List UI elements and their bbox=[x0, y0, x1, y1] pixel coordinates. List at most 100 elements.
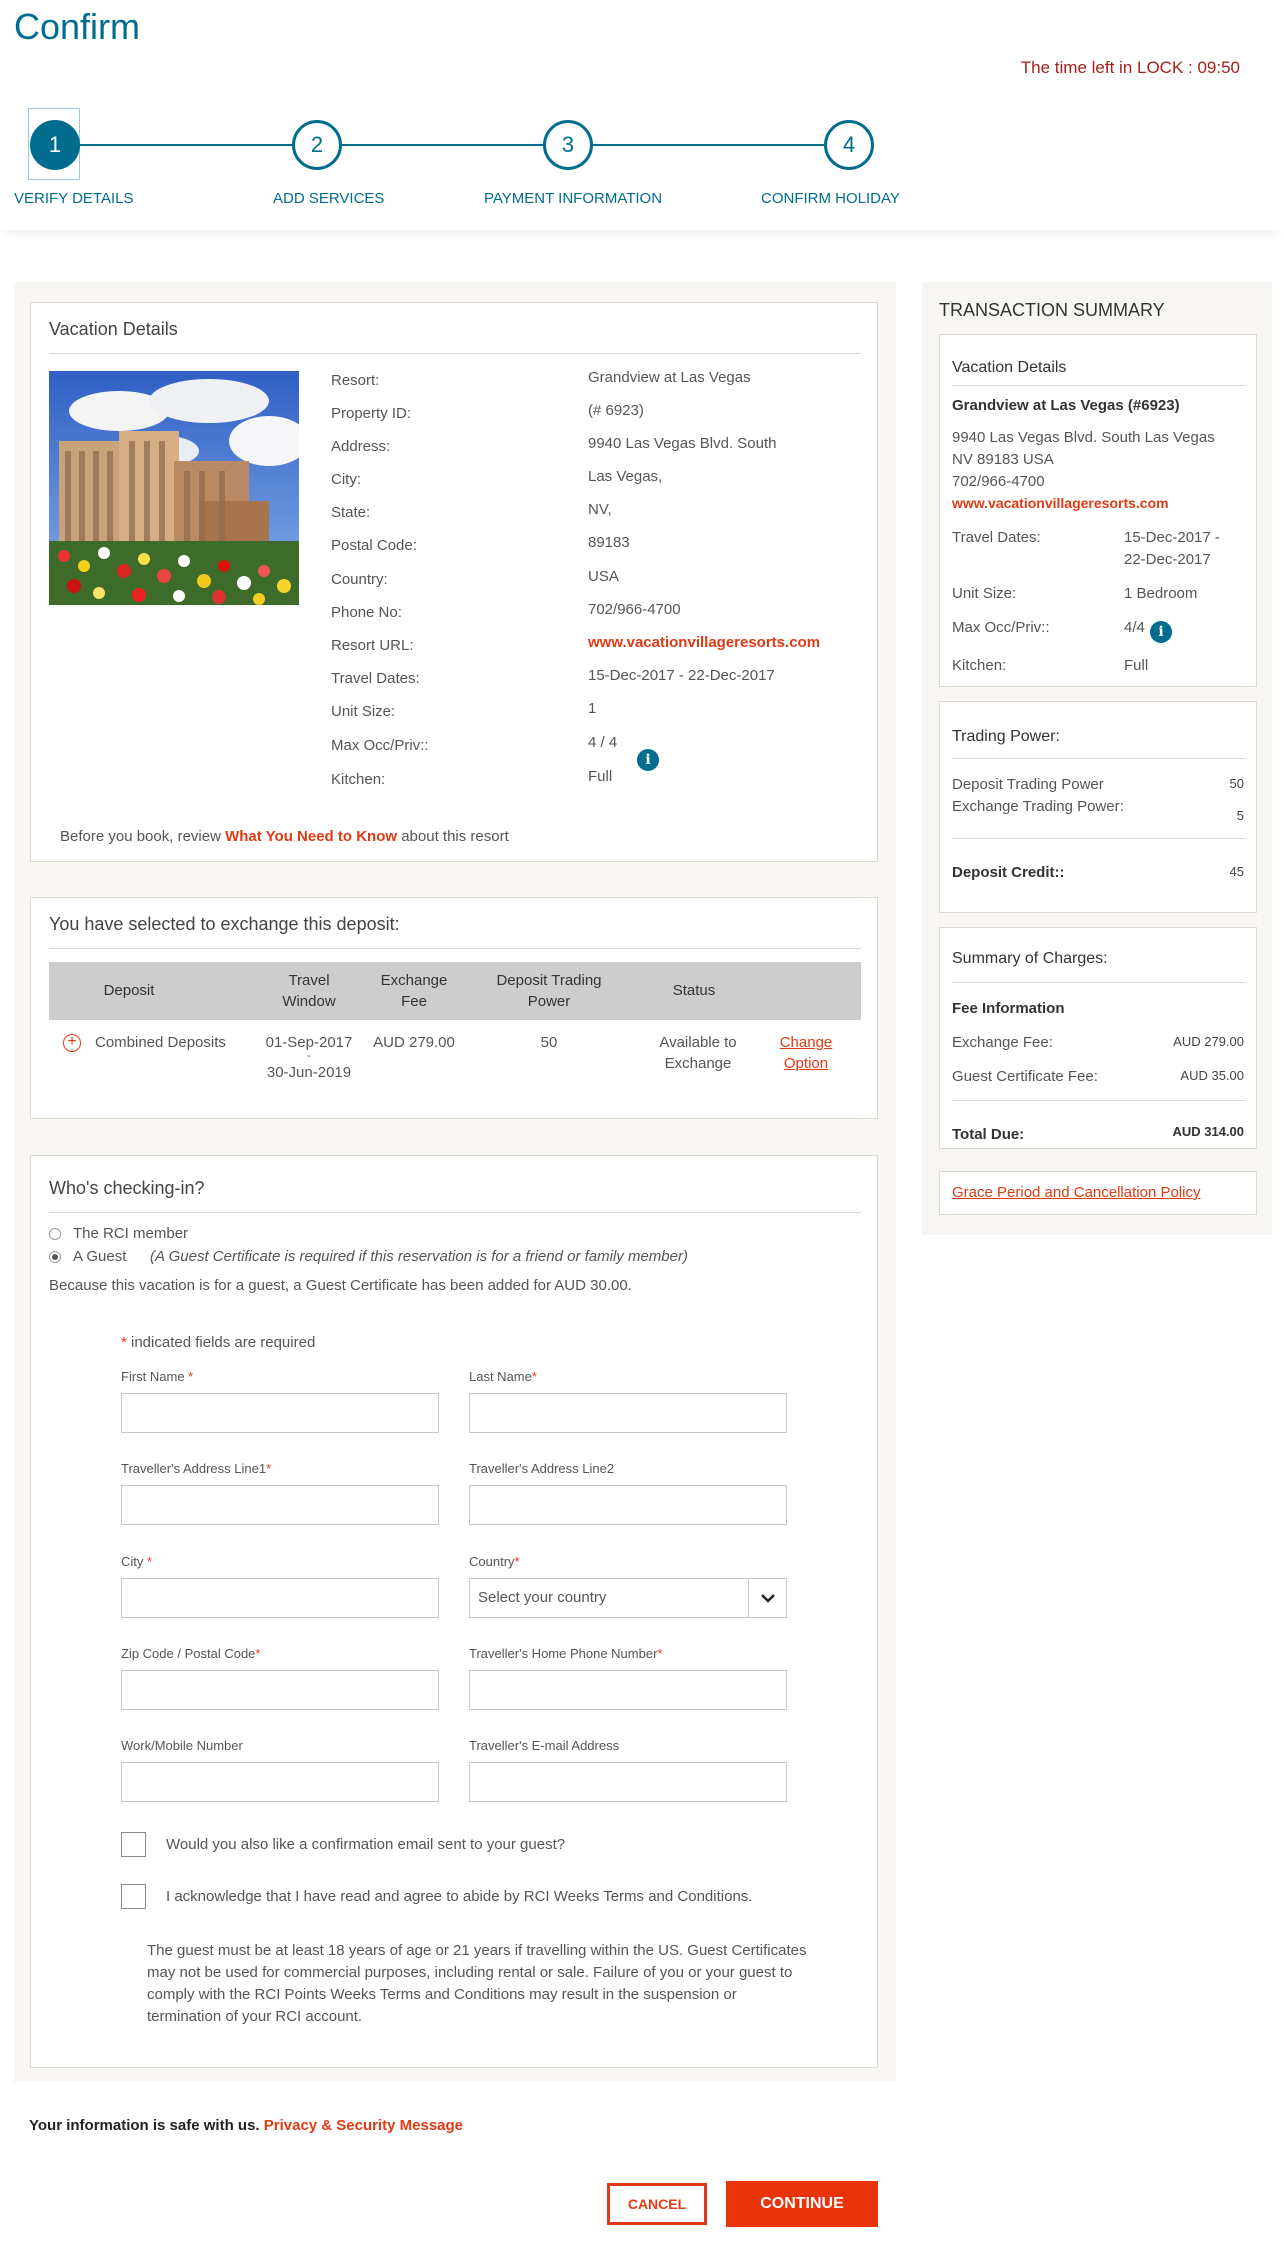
detail-value: Las Vegas, bbox=[588, 468, 663, 485]
email-guest-checkbox[interactable] bbox=[121, 1832, 146, 1857]
first-name-text: First Name bbox=[121, 1369, 189, 1384]
step-3-circle[interactable]: 3 bbox=[543, 120, 593, 170]
cancel-button[interactable]: CANCEL bbox=[607, 2183, 707, 2225]
step-1-circle[interactable]: 1 bbox=[30, 120, 80, 170]
detail-label: Postal Code: bbox=[331, 537, 417, 554]
country-text: Country bbox=[469, 1554, 515, 1569]
home-phone-label: Traveller's Home Phone Number* bbox=[469, 1646, 663, 1661]
detail-label: Max Occ/Priv:: bbox=[331, 737, 429, 754]
total-due-value: AUD 314.00 bbox=[1172, 1124, 1244, 1139]
col-travel-window: Travel Window bbox=[282, 972, 336, 1010]
what-you-need-note: Before you book, review What You Need to… bbox=[60, 828, 509, 845]
grace-period-card: Grace Period and Cancellation Policy bbox=[939, 1171, 1257, 1215]
info-icon[interactable]: i bbox=[1150, 621, 1172, 643]
summary-maxocc-value: 4/4 bbox=[1124, 619, 1145, 636]
deposit-credit-value: 45 bbox=[1229, 864, 1244, 879]
change-link-line1[interactable]: Change bbox=[771, 1032, 841, 1053]
guest-certificate-note: (A Guest Certificate is required if this… bbox=[150, 1248, 688, 1265]
privacy-security-link[interactable]: Privacy & Security Message bbox=[264, 2117, 463, 2134]
country-select-value: Select your country bbox=[478, 1589, 607, 1606]
city-input[interactable] bbox=[121, 1578, 439, 1618]
summary-travel-dates-label: Travel Dates: bbox=[952, 529, 1041, 546]
transaction-summary-heading: TRANSACTION SUMMARY bbox=[939, 300, 1165, 320]
step-2-circle[interactable]: 2 bbox=[292, 120, 342, 170]
country-select[interactable]: Select your country bbox=[469, 1578, 787, 1618]
summary-vacation-heading: Vacation Details bbox=[952, 359, 1067, 376]
terms-label: I acknowledge that I have read and agree… bbox=[166, 1888, 753, 1905]
what-you-need-to-know-link[interactable]: What You Need to Know bbox=[225, 828, 397, 845]
expand-plus-icon[interactable]: + bbox=[63, 1034, 81, 1052]
vacation-details-heading: Vacation Details bbox=[49, 319, 178, 339]
continue-button[interactable]: CONTINUE bbox=[726, 2181, 878, 2227]
mobile-input[interactable] bbox=[121, 1762, 439, 1802]
fee-info-label: Fee Information bbox=[952, 1000, 1065, 1017]
col-deposit: Deposit bbox=[103, 982, 155, 999]
divider bbox=[952, 1100, 1246, 1101]
deposit-table-header: Deposit Travel Window Exchange Fee Depos… bbox=[49, 962, 861, 1020]
summary-charges-card: Summary of Charges: Fee Information Exch… bbox=[939, 927, 1257, 1149]
radio-rci-member[interactable] bbox=[49, 1228, 61, 1240]
city-text: City bbox=[121, 1554, 147, 1569]
detail-label: Travel Dates: bbox=[331, 670, 420, 687]
country-dropdown-toggle[interactable] bbox=[748, 1579, 786, 1617]
summary-travel-dates-1: 15-Dec-2017 - bbox=[1124, 529, 1220, 546]
terms-checkbox[interactable] bbox=[121, 1884, 146, 1909]
deposit-tp-value: 50 bbox=[1229, 776, 1244, 791]
required-note-text: indicated fields are required bbox=[126, 1334, 316, 1351]
deposit-name: Combined Deposits bbox=[95, 1034, 226, 1051]
address1-input[interactable] bbox=[121, 1485, 439, 1525]
home-phone-input[interactable] bbox=[469, 1670, 787, 1710]
address1-label: Traveller's Address Line1* bbox=[121, 1461, 272, 1476]
privacy-note: Your information is safe with us. Privac… bbox=[29, 2117, 463, 2134]
detail-value: Grandview at Las Vegas bbox=[588, 369, 751, 386]
divider bbox=[952, 838, 1246, 839]
detail-value: 702/966-4700 bbox=[588, 601, 681, 618]
divider bbox=[952, 385, 1246, 386]
last-name-text: Last Name bbox=[469, 1369, 532, 1384]
detail-label: Country: bbox=[331, 571, 388, 588]
label-rci-member: The RCI member bbox=[73, 1225, 189, 1242]
address2-input[interactable] bbox=[469, 1485, 787, 1525]
charges-heading: Summary of Charges: bbox=[952, 950, 1108, 967]
detail-value: NV, bbox=[588, 501, 612, 518]
email-input[interactable] bbox=[469, 1762, 787, 1802]
step-4-label: CONFIRM HOLIDAY bbox=[761, 190, 900, 207]
change-link-line2[interactable]: Option bbox=[771, 1053, 841, 1074]
detail-value: Full bbox=[588, 768, 613, 785]
divider bbox=[952, 982, 1246, 983]
detail-label: Phone No: bbox=[331, 604, 402, 621]
summary-trading-card: Trading Power: Deposit Trading Power 50 … bbox=[939, 701, 1257, 913]
first-name-input[interactable] bbox=[121, 1393, 439, 1433]
summary-address-1: 9940 Las Vegas Blvd. South Las Vegas bbox=[952, 429, 1215, 446]
last-name-input[interactable] bbox=[469, 1393, 787, 1433]
radio-guest[interactable] bbox=[49, 1251, 61, 1263]
step-4-circle[interactable]: 4 bbox=[824, 120, 874, 170]
status: Available to Exchange bbox=[659, 1034, 737, 1072]
detail-label: Property ID: bbox=[331, 405, 412, 422]
mobile-label: Work/Mobile Number bbox=[121, 1738, 243, 1753]
summary-phone: 702/966-4700 bbox=[952, 473, 1045, 490]
summary-resort-name: Grandview at Las Vegas (#6923) bbox=[952, 397, 1180, 414]
detail-label: Address: bbox=[331, 438, 391, 455]
page-title: Confirm bbox=[14, 6, 141, 47]
window-end: 30-Jun-2019 bbox=[266, 1064, 352, 1081]
summary-resort-url[interactable]: www.vacationvillageresorts.com bbox=[952, 495, 1169, 511]
detail-label: State: bbox=[331, 504, 371, 521]
exchange-tp-value: 5 bbox=[1236, 808, 1244, 823]
summary-address-2: NV 89183 USA bbox=[952, 451, 1054, 468]
detail-value: 1 bbox=[588, 700, 597, 717]
zip-input[interactable] bbox=[121, 1670, 439, 1710]
summary-kitchen-value: Full bbox=[1124, 657, 1149, 674]
guest-fee-label: Guest Certificate Fee: bbox=[952, 1068, 1098, 1085]
info-icon[interactable]: i bbox=[637, 749, 659, 771]
detail-value: USA bbox=[588, 568, 619, 585]
grace-period-link[interactable]: Grace Period and Cancellation Policy bbox=[952, 1184, 1200, 1201]
divider bbox=[49, 948, 861, 949]
change-option-link[interactable]: Change Option bbox=[771, 1032, 841, 1074]
summary-vacation-card: Vacation Details Grandview at Las Vegas … bbox=[939, 334, 1257, 687]
step-2-label: ADD SERVICES bbox=[273, 190, 385, 207]
resort-url-link[interactable]: www.vacationvillageresorts.com bbox=[588, 634, 820, 651]
country-label: Country* bbox=[469, 1554, 520, 1569]
note-prefix: Before you book, review bbox=[60, 828, 226, 845]
detail-value: 4 / 4 bbox=[588, 734, 618, 751]
